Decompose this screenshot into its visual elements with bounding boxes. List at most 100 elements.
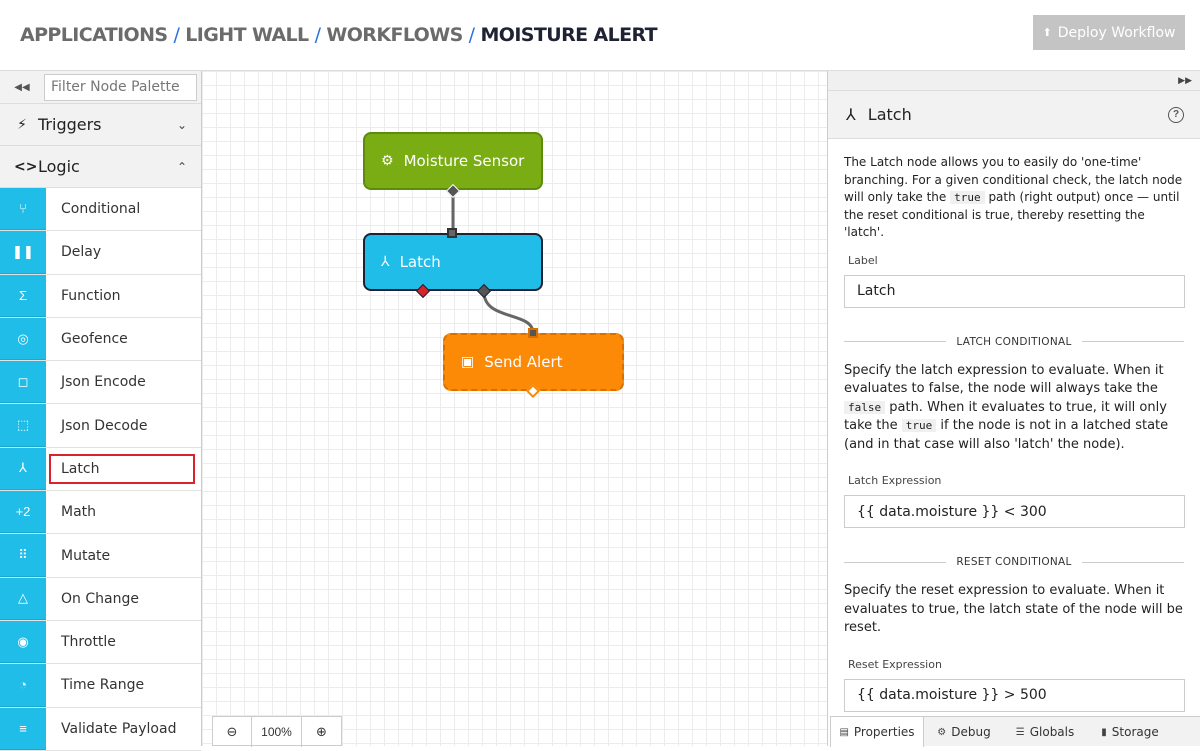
workflow-node-moisture-sensor[interactable]: ⚙ Moisture Sensor (363, 132, 543, 190)
chip-icon: ⚙ (381, 153, 394, 169)
panel-title: Latch (867, 105, 912, 124)
collapse-palette-icon[interactable]: ◀◀ (0, 71, 44, 104)
palette-item-mutate[interactable]: ⠿ Mutate (0, 534, 201, 578)
palette-item-math[interactable]: +2 Math (0, 491, 201, 535)
workflow-node-send-alert[interactable]: ▣ Send Alert (443, 333, 624, 391)
tab-properties[interactable]: ▤ Properties (830, 717, 924, 747)
palette-toolbar: ◀◀ (0, 71, 201, 104)
category-logic[interactable]: <> Logic ⌃ (0, 146, 201, 188)
divider-line (844, 561, 947, 563)
grid-dots-icon: ⠿ (0, 534, 46, 577)
palette-item-label: Geofence (61, 331, 128, 348)
zoom-level: 100% (252, 717, 302, 747)
section-title: RESET CONDITIONAL (956, 556, 1072, 568)
help-icon[interactable]: ? (1168, 106, 1184, 123)
panel-body: The Latch node allows you to easily do '… (828, 139, 1200, 712)
upload-icon: ⬆ (1042, 26, 1052, 39)
branch-icon: ⑂ (0, 188, 46, 231)
palette-item-label: Json Decode (61, 417, 148, 434)
latch-icon: ⅄ (0, 447, 46, 491)
sigma-icon: Σ (0, 274, 46, 317)
breadcrumb-separator: / (173, 24, 180, 46)
input-port[interactable] (447, 228, 457, 238)
latch-expression-input[interactable] (844, 495, 1185, 528)
panel-toolbar: ▶▶ (828, 71, 1200, 91)
palette-item-label: Math (61, 504, 97, 521)
section-title: LATCH CONDITIONAL (956, 335, 1072, 348)
deploy-workflow-button[interactable]: ⬆ Deploy Workflow (1033, 15, 1185, 50)
palette-item-label: Latch (49, 453, 195, 485)
tab-storage[interactable]: ▮ Storage (1086, 717, 1174, 747)
divider-line (1081, 561, 1185, 563)
storage-icon: ▮ (1101, 726, 1107, 738)
collapse-panel-icon[interactable]: ▶▶ (1178, 75, 1192, 86)
json-encode-icon: ◻ (0, 361, 46, 404)
panel-tabs: ▤ Properties ⚙ Debug ☰ Globals ▮ Storage (830, 716, 1200, 747)
tab-debug[interactable]: ⚙ Debug (924, 717, 1004, 747)
node-palette: ◀◀ ⚡ Triggers ⌄ <> Logic ⌃ ⑂ Conditional… (0, 71, 202, 751)
latch-icon: ⅄ (381, 254, 390, 270)
input-port[interactable] (528, 328, 538, 338)
palette-item-label: Throttle (61, 634, 116, 651)
zoom-controls: ⊖ 100% ⊕ (212, 716, 342, 747)
breadcrumb-applications[interactable]: APPLICATIONS (20, 24, 168, 46)
tab-globals[interactable]: ☰ Globals (1004, 717, 1086, 747)
chevron-up-icon: ⌃ (176, 159, 187, 174)
header: APPLICATIONS / LIGHT WALL / WORKFLOWS / MOISTU… (0, 0, 1200, 71)
latch-icon: ⅄ (846, 105, 856, 124)
workflow-node-label: Latch (399, 253, 441, 271)
inline-code: true (901, 419, 937, 432)
inline-code: true (950, 191, 985, 204)
palette-item-throttle[interactable]: ◉ Throttle (0, 620, 201, 665)
palette-item-label: Function (61, 287, 121, 304)
breadcrumb-workflows[interactable]: WORKFLOWS (326, 24, 463, 46)
checklist-icon: ≡ (0, 707, 46, 750)
latch-expression-label: Latch Expression (848, 474, 942, 487)
reset-expression-input[interactable] (844, 678, 1185, 712)
label-input[interactable] (844, 274, 1185, 308)
code-brackets-icon: <> (14, 158, 38, 175)
zoom-in-icon[interactable]: ⊕ (302, 717, 341, 747)
palette-item-label: Time Range (61, 677, 145, 694)
palette-item-delay[interactable]: ❚❚ Delay (0, 231, 201, 275)
palette-item-on-change[interactable]: △ On Change (0, 577, 201, 621)
category-triggers[interactable]: ⚡ Triggers ⌄ (0, 104, 201, 146)
panel-header: ⅄ Latch ? (828, 91, 1200, 139)
workflow-canvas[interactable]: ⚙ Moisture Sensor ⅄ Latch ▣ Send Alert ⊖… (202, 71, 827, 747)
json-decode-icon: ⬚ (0, 404, 46, 447)
workflow-node-latch[interactable]: ⅄ Latch (363, 233, 543, 291)
palette-item-geofence[interactable]: ◎ Geofence (0, 317, 201, 362)
palette-item-label: Mutate (61, 547, 111, 564)
palette-item-validate-payload[interactable]: ≡ Validate Payload (0, 707, 201, 751)
zoom-out-icon[interactable]: ⊖ (213, 717, 252, 747)
category-label: Logic (38, 157, 80, 176)
reset-expression-label: Reset Expression (848, 657, 942, 671)
palette-item-time-range[interactable]: ◔ Time Range (0, 664, 201, 708)
palette-item-label: Conditional (61, 201, 141, 218)
palette-item-label: On Change (61, 590, 139, 607)
breadcrumb-separator: / (314, 24, 321, 46)
document-icon: ▤ (839, 726, 849, 738)
math-icon: +2 (0, 491, 46, 534)
divider-line (1081, 341, 1184, 342)
breadcrumb-light-wall[interactable]: LIGHT WALL (185, 24, 309, 46)
chat-bubble-icon: ▣ (461, 354, 475, 370)
inline-code: false (844, 400, 886, 414)
lightning-icon: ⚡ (17, 116, 27, 133)
palette-item-latch[interactable]: ⅄ Latch (0, 447, 201, 492)
palette-item-json-encode[interactable]: ◻ Json Encode (0, 361, 201, 405)
latch-description: Specify the latch expression to evaluate… (844, 362, 1184, 455)
clock-icon: ◔ (0, 664, 46, 707)
gear-icon: ⚙ (937, 726, 947, 738)
palette-item-json-decode[interactable]: ⬚ Json Decode (0, 404, 201, 448)
tab-label: Debug (951, 725, 991, 739)
edge-latch-to-alert (482, 291, 535, 334)
palette-item-conditional[interactable]: ⑂ Conditional (0, 188, 201, 232)
pause-icon: ❚❚ (0, 231, 46, 274)
filter-node-palette-input[interactable] (44, 73, 197, 101)
target-icon: ◎ (0, 317, 46, 361)
section-divider: RESET CONDITIONAL (844, 556, 1185, 568)
reset-description: Specify the reset expression to evaluate… (844, 583, 1183, 635)
palette-item-function[interactable]: Σ Function (0, 274, 201, 318)
triangle-icon: △ (0, 577, 46, 620)
